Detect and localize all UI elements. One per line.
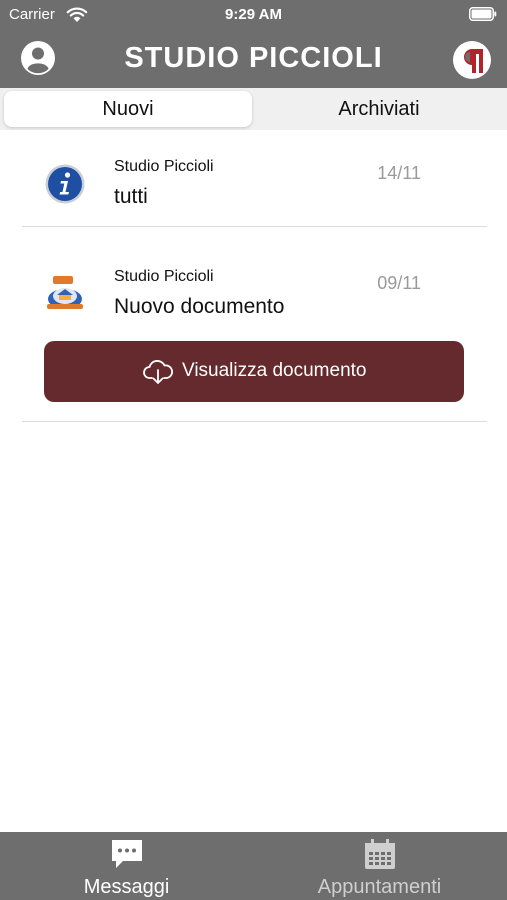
tab-nuovi[interactable]: Nuovi xyxy=(4,91,252,127)
document-badge-icon xyxy=(47,276,83,309)
battery-icon xyxy=(469,7,497,21)
message-sender: Studio Piccioli xyxy=(114,158,214,175)
bottom-tab-bar: Messaggi Appuntamenti xyxy=(0,832,507,900)
message-date: 09/11 xyxy=(377,273,421,293)
list-item[interactable]: Studio Piccioli tutti 14/11 xyxy=(22,145,487,227)
page-title: STUDIO PICCIOLI xyxy=(124,42,383,74)
message-sender: Studio Piccioli xyxy=(114,268,214,285)
calendar-icon xyxy=(365,839,395,869)
message-subject: Nuovo documento xyxy=(114,295,285,318)
nav-bar: STUDIO PICCIOLI xyxy=(0,30,507,88)
view-document-label: Visualizza documento xyxy=(182,360,367,381)
top-bar: Carrier 9:29 AM STUDIO PICCIOLI xyxy=(0,0,507,88)
tabbar-item-appuntamenti[interactable]: Appuntamenti xyxy=(253,832,506,900)
tab-archiviati[interactable]: Archiviati xyxy=(255,91,503,127)
segmented-tabs: Nuovi Archiviati xyxy=(0,88,507,130)
cloud-download-icon xyxy=(143,360,173,384)
studio-logo-icon[interactable] xyxy=(452,40,492,80)
tabbar-item-messaggi[interactable]: Messaggi xyxy=(0,832,253,900)
status-bar: Carrier 9:29 AM xyxy=(0,0,507,30)
message-subject: tutti xyxy=(114,185,148,208)
info-icon xyxy=(45,164,85,204)
tabbar-label-messaggi: Messaggi xyxy=(83,876,170,898)
clock: 9:29 AM xyxy=(225,6,282,23)
message-date: 14/11 xyxy=(377,163,421,183)
tabbar-label-appuntamenti: Appuntamenti xyxy=(317,876,442,898)
view-document-button[interactable]: Visualizza documento xyxy=(44,341,464,402)
chat-bubble-icon xyxy=(112,840,142,868)
list-item[interactable]: Studio Piccioli Nuovo documento 09/11 Vi… xyxy=(22,255,487,422)
app-screen: Carrier 9:29 AM STUDIO PICCIOLI Nuovi Ar… xyxy=(0,0,507,900)
